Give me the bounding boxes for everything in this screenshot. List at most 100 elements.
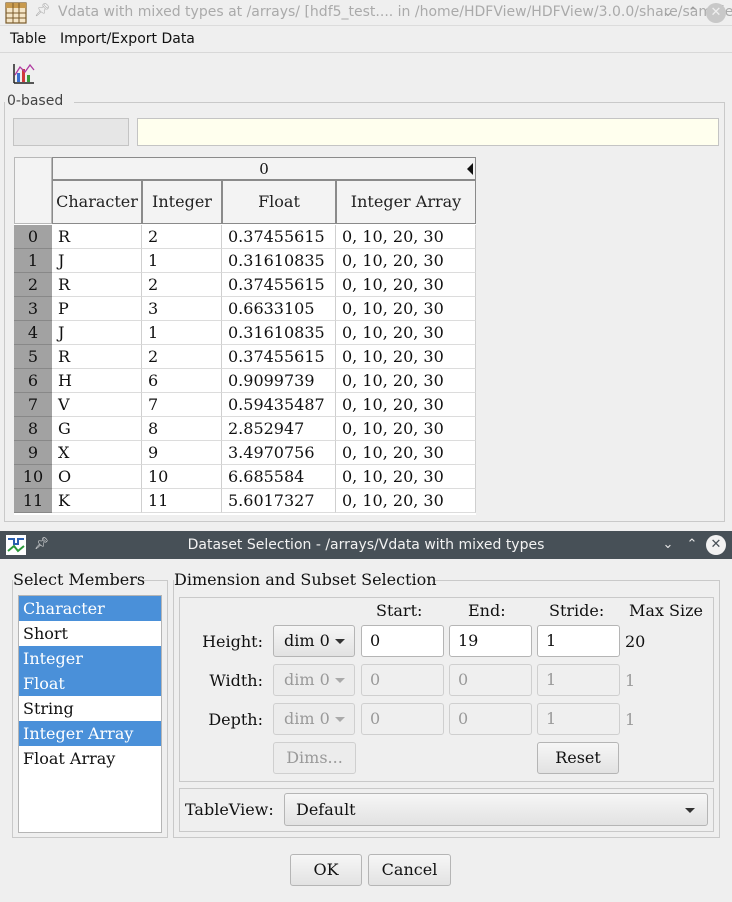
dialog-maximize-icon[interactable]: ⌃ bbox=[682, 535, 702, 555]
cell-integer-array[interactable]: 0, 10, 20, 30 bbox=[336, 345, 476, 369]
cell-character[interactable]: R bbox=[52, 273, 142, 297]
cell-integer[interactable]: 1 bbox=[142, 321, 222, 345]
cell-character[interactable]: X bbox=[52, 441, 142, 465]
row-header[interactable]: 4 bbox=[14, 321, 52, 345]
height-start-input[interactable]: 0 bbox=[361, 625, 444, 657]
cell-character[interactable]: R bbox=[52, 225, 142, 249]
pin-icon[interactable]: 📌︎ bbox=[34, 3, 51, 18]
column-header-integer[interactable]: Integer bbox=[142, 180, 222, 224]
row-header[interactable]: 7 bbox=[14, 393, 52, 417]
depth-stride-input[interactable]: 1 bbox=[537, 703, 620, 735]
width-dim-select[interactable]: dim 0 bbox=[273, 664, 355, 696]
width-end-input[interactable]: 0 bbox=[449, 664, 532, 696]
cell-integer-array[interactable]: 0, 10, 20, 30 bbox=[336, 273, 476, 297]
cell-float[interactable]: 0.37455615 bbox=[222, 345, 336, 369]
reset-button[interactable]: Reset bbox=[537, 742, 619, 774]
width-stride-input[interactable]: 1 bbox=[537, 664, 620, 696]
cell-integer-array[interactable]: 0, 10, 20, 30 bbox=[336, 441, 476, 465]
depth-start-input[interactable]: 0 bbox=[361, 703, 444, 735]
member-item[interactable]: Character bbox=[19, 596, 161, 621]
menu-table[interactable]: Table bbox=[10, 31, 46, 47]
row-header[interactable]: 6 bbox=[14, 369, 52, 393]
cell-float[interactable]: 6.685584 bbox=[222, 465, 336, 489]
width-start-input[interactable]: 0 bbox=[361, 664, 444, 696]
column-group-header[interactable]: 0 bbox=[52, 157, 476, 180]
cell-float[interactable]: 0.9099739 bbox=[222, 369, 336, 393]
cell-integer[interactable]: 8 bbox=[142, 417, 222, 441]
row-header[interactable]: 8 bbox=[14, 417, 52, 441]
menu-import-export[interactable]: Import/Export Data bbox=[60, 31, 195, 47]
height-end-input[interactable]: 19 bbox=[449, 625, 532, 657]
row-header[interactable]: 0 bbox=[14, 225, 52, 249]
cell-float[interactable]: 2.852947 bbox=[222, 417, 336, 441]
cell-character[interactable]: J bbox=[52, 249, 142, 273]
chart-icon[interactable] bbox=[12, 61, 36, 85]
cell-integer[interactable]: 6 bbox=[142, 369, 222, 393]
cell-integer[interactable]: 9 bbox=[142, 441, 222, 465]
cancel-button[interactable]: Cancel bbox=[368, 854, 451, 886]
cell-value-field[interactable] bbox=[137, 118, 719, 146]
cell-integer-array[interactable]: 0, 10, 20, 30 bbox=[336, 489, 476, 513]
member-item[interactable]: String bbox=[19, 696, 161, 721]
cell-character[interactable]: H bbox=[52, 369, 142, 393]
dims-button[interactable]: Dims... bbox=[273, 742, 356, 774]
cell-float[interactable]: 0.31610835 bbox=[222, 249, 336, 273]
cell-character[interactable]: P bbox=[52, 297, 142, 321]
dialog-close-icon[interactable]: ✕ bbox=[706, 535, 726, 555]
cell-integer[interactable]: 7 bbox=[142, 393, 222, 417]
cell-float[interactable]: 0.59435487 bbox=[222, 393, 336, 417]
cell-integer-array[interactable]: 0, 10, 20, 30 bbox=[336, 417, 476, 441]
cell-integer[interactable]: 2 bbox=[142, 345, 222, 369]
cell-float[interactable]: 0.37455615 bbox=[222, 225, 336, 249]
row-header[interactable]: 11 bbox=[14, 489, 52, 513]
member-item[interactable]: Integer Array bbox=[19, 721, 161, 746]
collapse-arrow-icon[interactable] bbox=[467, 163, 473, 175]
cell-integer-array[interactable]: 0, 10, 20, 30 bbox=[336, 465, 476, 489]
height-stride-input[interactable]: 1 bbox=[537, 625, 620, 657]
depth-end-input[interactable]: 0 bbox=[449, 703, 532, 735]
cell-float[interactable]: 3.4970756 bbox=[222, 441, 336, 465]
column-header-float[interactable]: Float bbox=[222, 180, 336, 224]
cell-integer-array[interactable]: 0, 10, 20, 30 bbox=[336, 321, 476, 345]
cell-integer[interactable]: 11 bbox=[142, 489, 222, 513]
cell-character[interactable]: O bbox=[52, 465, 142, 489]
member-item[interactable]: Float Array bbox=[19, 746, 161, 771]
cell-character[interactable]: R bbox=[52, 345, 142, 369]
cell-integer-array[interactable]: 0, 10, 20, 30 bbox=[336, 369, 476, 393]
close-icon[interactable]: ✕ bbox=[706, 3, 726, 23]
maximize-chevron-icon[interactable]: ⌃ bbox=[683, 3, 703, 23]
cell-integer[interactable]: 3 bbox=[142, 297, 222, 321]
ok-button[interactable]: OK bbox=[290, 854, 362, 886]
cell-integer[interactable]: 10 bbox=[142, 465, 222, 489]
cell-integer[interactable]: 1 bbox=[142, 249, 222, 273]
cell-float[interactable]: 0.6633105 bbox=[222, 297, 336, 321]
row-header[interactable]: 3 bbox=[14, 297, 52, 321]
member-item[interactable]: Float bbox=[19, 671, 161, 696]
cell-integer-array[interactable]: 0, 10, 20, 30 bbox=[336, 225, 476, 249]
member-item[interactable]: Integer bbox=[19, 646, 161, 671]
dialog-minimize-icon[interactable]: ⌄ bbox=[658, 535, 678, 555]
depth-dim-select[interactable]: dim 0 bbox=[273, 703, 355, 735]
cell-integer-array[interactable]: 0, 10, 20, 30 bbox=[336, 393, 476, 417]
height-dim-select[interactable]: dim 0 bbox=[273, 625, 355, 657]
cell-character[interactable]: J bbox=[52, 321, 142, 345]
member-item[interactable]: Short bbox=[19, 621, 161, 646]
cell-reference-field[interactable] bbox=[13, 118, 129, 146]
row-header[interactable]: 5 bbox=[14, 345, 52, 369]
cell-character[interactable]: G bbox=[52, 417, 142, 441]
cell-character[interactable]: V bbox=[52, 393, 142, 417]
cell-character[interactable]: K bbox=[52, 489, 142, 513]
cell-integer[interactable]: 2 bbox=[142, 273, 222, 297]
cell-float[interactable]: 0.37455615 bbox=[222, 273, 336, 297]
column-header-character[interactable]: Character bbox=[52, 180, 142, 224]
row-header[interactable]: 1 bbox=[14, 249, 52, 273]
cell-integer-array[interactable]: 0, 10, 20, 30 bbox=[336, 249, 476, 273]
cell-float[interactable]: 5.6017327 bbox=[222, 489, 336, 513]
cell-integer[interactable]: 2 bbox=[142, 225, 222, 249]
cell-integer-array[interactable]: 0, 10, 20, 30 bbox=[336, 297, 476, 321]
row-header[interactable]: 9 bbox=[14, 441, 52, 465]
row-header[interactable]: 2 bbox=[14, 273, 52, 297]
cell-float[interactable]: 0.31610835 bbox=[222, 321, 336, 345]
minimize-chevron-icon[interactable]: ⌄ bbox=[658, 3, 678, 23]
tableview-select[interactable]: Default bbox=[284, 793, 708, 826]
